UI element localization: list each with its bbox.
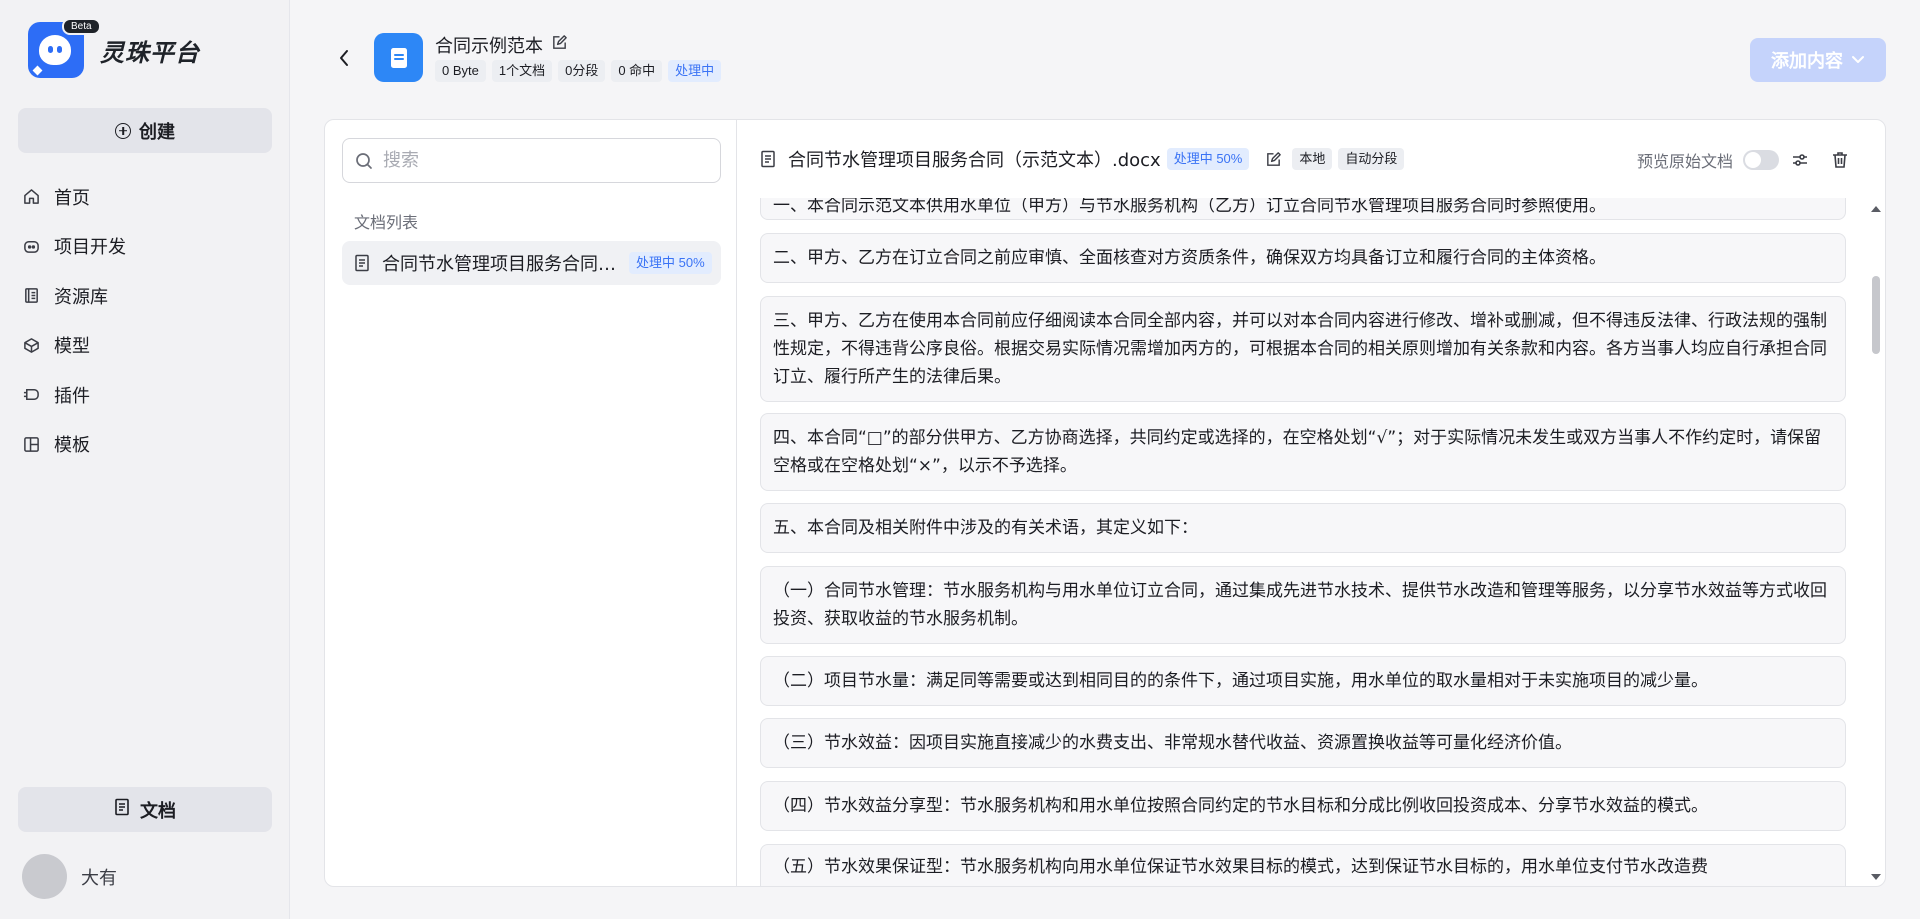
chunk-item[interactable]: 二、甲方、乙方在订立合同之前应审慎、全面核查对方资质条件，确保双方均具备订立和履…	[760, 233, 1846, 283]
plugin-icon	[22, 386, 40, 404]
document-title: 合同节水管理项目服务合同（示范文本）.docx	[788, 150, 1161, 171]
chunk-list: 一、本合同示范文本供用水单位（甲方）与节水服务机构（乙方）订立合同节水管理项目服…	[738, 198, 1885, 886]
template-icon	[22, 435, 40, 453]
user-name: 大有	[81, 867, 117, 889]
scroll-down-icon[interactable]	[1871, 874, 1881, 880]
sidebar-item-label: 项目开发	[54, 237, 126, 259]
preview-original-toggle[interactable]: 预览原始文档	[1637, 148, 1779, 172]
scrollbar-thumb[interactable]	[1872, 276, 1880, 354]
create-button[interactable]: 创建	[18, 108, 272, 153]
docs-button[interactable]: 文档	[18, 787, 272, 832]
segment-mode-tag: 自动分段	[1338, 148, 1405, 170]
chunk-item[interactable]: （三）节水效益：因项目实施直接减少的水费支出、非常规水替代收益、资源置换收益等可…	[760, 718, 1846, 768]
model-icon	[22, 336, 40, 354]
chunk-item[interactable]: 三、甲方、乙方在使用本合同前应仔细阅读本合同全部内容，并可以对本合同内容进行修改…	[760, 296, 1846, 402]
sidebar-item-library[interactable]: 资源库	[18, 271, 272, 321]
chunk-item[interactable]: 一、本合同示范文本供用水单位（甲方）与节水服务机构（乙方）订立合同节水管理项目服…	[760, 198, 1846, 220]
kb-stats: 0 Byte 1个文档 0分段 0 命中 处理中	[435, 60, 722, 82]
sidebar-item-label: 模板	[54, 435, 90, 457]
search-icon	[356, 152, 372, 169]
sidebar-item-label: 资源库	[54, 286, 108, 308]
edit-icon[interactable]	[551, 34, 568, 56]
document-detail-pane: 合同节水管理项目服务合同（示范文本）.docx 处理中 50% 本地 自动分段 …	[738, 120, 1885, 886]
plus-circle-icon	[115, 122, 131, 139]
document-list-title: 文档列表	[354, 213, 419, 232]
chunk-item[interactable]: 四、本合同“□”的部分供甲方、乙方协商选择，共同约定或选择的，在空格处划“√”；…	[760, 413, 1846, 491]
user-profile[interactable]: 大有	[22, 854, 117, 899]
status-badge: 处理中	[668, 60, 722, 82]
chunk-item[interactable]: （二）项目节水量：满足同等需要或达到相同目的的条件下，通过项目实施，用水单位的取…	[760, 656, 1846, 706]
chunk-item[interactable]: 五、本合同及相关附件中涉及的有关术语，其定义如下：	[760, 503, 1846, 553]
chevron-down-icon	[1852, 56, 1864, 63]
sidebar-item-label: 首页	[54, 187, 90, 209]
sidebar-item-plugin[interactable]: 插件	[18, 370, 272, 420]
sidebar-item-label: 模型	[54, 336, 90, 358]
search-input[interactable]	[383, 150, 703, 171]
chunk-text: （五）节水效果保证型：节水服务机构向用水单位保证节水效果目标的模式，达到保证节水…	[773, 857, 1708, 877]
sidebar: Beta 灵珠平台 创建 首页 项目开发 资源库 模型 插件 模板 文档 大有	[0, 0, 290, 919]
brand-name: 灵珠平台	[100, 38, 200, 67]
size-tag: 0 Byte	[435, 60, 486, 82]
brand-logo[interactable]: Beta 灵珠平台	[28, 18, 200, 78]
home-icon	[22, 188, 40, 206]
doc-item-name: 合同节水管理项目服务合同（示范文本）.docx	[382, 254, 617, 275]
document-list-pane: 文档列表 合同节水管理项目服务合同（示范文本）.docx 处理中 50%	[325, 120, 737, 886]
chevron-left-icon	[340, 50, 348, 66]
chunk-text: 三、甲方、乙方在使用本合同前应仔细阅读本合同全部内容，并可以对本合同内容进行修改…	[773, 311, 1827, 387]
document-icon	[355, 254, 369, 272]
sidebar-nav: 首页 项目开发 资源库 模型 插件 模板	[18, 172, 272, 469]
settings-sliders-icon[interactable]	[1790, 150, 1810, 170]
back-button[interactable]	[334, 46, 354, 70]
preview-label: 预览原始文档	[1636, 152, 1733, 171]
edit-icon[interactable]	[1265, 151, 1282, 168]
segment-count-tag: 0分段	[558, 60, 606, 82]
knowledge-base-title: 合同示例范本	[435, 32, 568, 58]
project-icon	[22, 237, 40, 255]
docs-label: 文档	[140, 800, 176, 822]
chunk-text: 五、本合同及相关附件中涉及的有关术语，其定义如下：	[773, 518, 1198, 538]
chunk-item[interactable]: （四）节水效益分享型：节水服务机构和用水单位按照合同约定的节水目标和分成比例收回…	[760, 781, 1846, 831]
document-panel: 文档列表 合同节水管理项目服务合同（示范文本）.docx 处理中 50% 合同节…	[324, 119, 1886, 887]
knowledge-base-icon	[374, 33, 423, 82]
status-badge: 处理中 50%	[1166, 148, 1250, 170]
chunk-text: （四）节水效益分享型：节水服务机构和用水单位按照合同约定的节水目标和分成比例收回…	[773, 796, 1708, 816]
doc-count-tag: 1个文档	[491, 60, 553, 82]
library-icon	[22, 287, 40, 305]
logo-icon: Beta	[28, 18, 101, 78]
add-content-button[interactable]: 添加内容	[1750, 38, 1886, 82]
sidebar-item-model[interactable]: 模型	[18, 321, 272, 371]
beta-badge: Beta	[62, 18, 101, 35]
document-icon	[114, 798, 130, 821]
sidebar-item-project[interactable]: 项目开发	[18, 222, 272, 272]
list-item[interactable]: 合同节水管理项目服务合同（示范文本）.docx 处理中 50%	[342, 241, 721, 285]
chunk-text: （一）合同节水管理：节水服务机构与用水单位订立合同，通过集成先进节水技术、提供节…	[773, 581, 1827, 629]
chunk-text: （二）项目节水量：满足同等需要或达到相同目的的条件下，通过项目实施，用水单位的取…	[773, 671, 1708, 691]
chunk-text: （三）节水效益：因项目实施直接减少的水费支出、非常规水替代收益、资源置换收益等可…	[773, 733, 1572, 753]
add-content-label: 添加内容	[1771, 51, 1843, 72]
avatar	[22, 854, 67, 899]
sidebar-item-home[interactable]: 首页	[18, 172, 272, 222]
search-box[interactable]	[342, 138, 721, 183]
chunk-item[interactable]: （五）节水效果保证型：节水服务机构向用水单位保证节水效果目标的模式，达到保证节水…	[760, 844, 1846, 886]
scroll-up-icon[interactable]	[1871, 206, 1881, 212]
chunk-text: 四、本合同“□”的部分供甲方、乙方协商选择，共同约定或选择的，在空格处划“√”；…	[773, 428, 1822, 476]
document-icon	[761, 150, 775, 168]
chunk-text: 二、甲方、乙方在订立合同之前应审慎、全面核查对方资质条件，确保双方均具备订立和履…	[773, 248, 1606, 268]
sidebar-item-template[interactable]: 模板	[18, 420, 272, 470]
create-label: 创建	[139, 121, 175, 143]
hit-count-tag: 0 命中	[611, 60, 663, 82]
kb-title-text: 合同示例范本	[435, 36, 543, 57]
delete-icon[interactable]	[1830, 150, 1850, 170]
preview-switch[interactable]	[1743, 150, 1779, 170]
sidebar-item-label: 插件	[54, 385, 90, 407]
chunk-text: 一、本合同示范文本供用水单位（甲方）与节水服务机构（乙方）订立合同节水管理项目服…	[773, 198, 1606, 216]
chunk-item[interactable]: （一）合同节水管理：节水服务机构与用水单位订立合同，通过集成先进节水技术、提供节…	[760, 566, 1846, 644]
source-tag: 本地	[1292, 148, 1333, 170]
status-badge: 处理中 50%	[629, 252, 712, 274]
